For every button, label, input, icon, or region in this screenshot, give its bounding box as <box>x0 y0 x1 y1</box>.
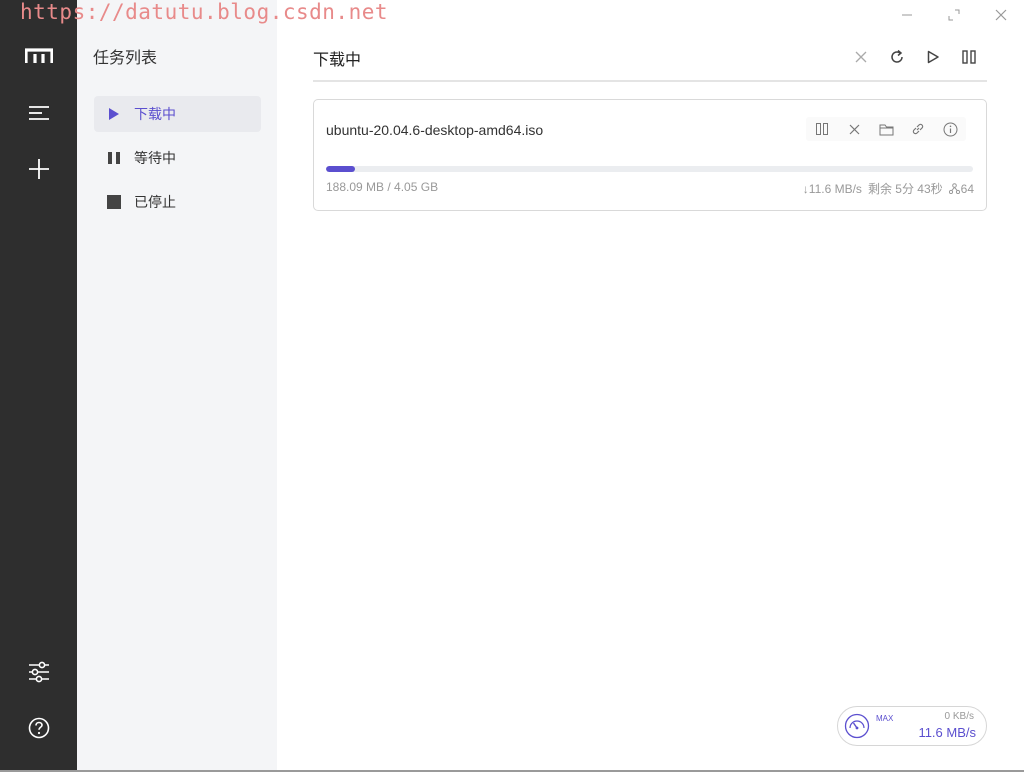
help-icon <box>28 717 49 739</box>
maximize-icon <box>948 9 959 21</box>
window-controls <box>883 0 1024 30</box>
nav-item-stopped[interactable]: 已停止 <box>94 184 261 220</box>
nav-item-active[interactable]: 下载中 <box>94 96 261 132</box>
preferences-button[interactable] <box>0 652 77 692</box>
task-progress-bar <box>326 166 973 172</box>
refresh-button[interactable] <box>879 46 915 68</box>
pause-all-button[interactable] <box>951 46 987 68</box>
task-speed: ↓11.6 MB/s <box>802 181 862 196</box>
watermark-text: https://datutu.blog.csdn.net <box>20 0 389 24</box>
add-task-icon <box>28 159 49 179</box>
list-header: 下载中 <box>313 36 987 82</box>
upload-speed: 0 KB/s <box>944 711 974 722</box>
close-icon <box>995 9 1006 21</box>
close-window-button[interactable] <box>977 0 1024 30</box>
nav-item-label: 下载中 <box>134 107 176 123</box>
list-actions <box>843 46 987 68</box>
maximize-button[interactable] <box>930 0 977 30</box>
preferences-icon <box>28 661 49 683</box>
minimize-button[interactable] <box>883 0 930 30</box>
app-rail <box>0 0 77 770</box>
info-icon <box>943 122 957 136</box>
task-actions <box>806 117 966 141</box>
nav-item-label: 已停止 <box>134 195 176 211</box>
link-icon <box>912 123 924 135</box>
nav-item-label: 等待中 <box>134 151 176 167</box>
speed-limit-label: MAX <box>876 714 894 723</box>
add-task-button[interactable] <box>0 149 77 189</box>
logo-icon <box>24 48 53 63</box>
refresh-icon <box>891 49 903 63</box>
page-title: 下载中 <box>313 50 362 69</box>
delete-all-button[interactable] <box>843 46 879 68</box>
stop-icon <box>107 195 121 209</box>
pause-icon <box>816 123 828 135</box>
logo-button[interactable] <box>0 36 77 76</box>
task-list-icon <box>28 106 49 120</box>
folder-icon <box>879 124 893 135</box>
resume-all-button[interactable] <box>915 46 951 68</box>
speedometer-icon <box>844 713 870 739</box>
close-icon <box>855 51 867 63</box>
pause-icon <box>962 50 976 64</box>
pause-icon <box>108 152 120 164</box>
task-stats: ↓11.6 MB/s 剩余 5分 43秒 64 <box>803 180 974 197</box>
task-list-button[interactable] <box>0 93 77 133</box>
connections-icon <box>948 183 960 194</box>
minimize-icon <box>901 14 912 16</box>
task-pause-button[interactable] <box>806 117 838 141</box>
speedometer[interactable]: MAX 0 KB/s 11.6 MB/s <box>837 706 987 746</box>
task-connections-count: 64 <box>960 181 974 196</box>
task-name: ubuntu-20.04.6-desktop-amd64.iso <box>326 122 544 138</box>
task-folder-button[interactable] <box>870 117 902 141</box>
task-connections: 64 <box>948 181 974 196</box>
task-list-nav: 任务列表 下载中 等待中 已停止 <box>77 0 277 770</box>
help-button[interactable] <box>0 708 77 748</box>
download-speed: 11.6 MB/s <box>918 725 976 740</box>
task-size: 188.09 MB / 4.05 GB <box>326 180 439 194</box>
nav-title: 任务列表 <box>93 48 158 67</box>
task-delete-button[interactable] <box>838 117 870 141</box>
task-link-button[interactable] <box>902 117 934 141</box>
task-progress-fill <box>326 166 356 172</box>
task-item[interactable]: ubuntu-20.04.6-desktop-amd64.iso 188.09 … <box>313 99 987 211</box>
task-info-button[interactable] <box>934 117 966 141</box>
close-icon <box>849 124 859 134</box>
nav-item-waiting[interactable]: 等待中 <box>94 140 261 176</box>
task-remaining: 剩余 5分 43秒 <box>867 182 943 196</box>
play-icon <box>927 50 939 64</box>
speedometer-button[interactable] <box>844 713 870 743</box>
play-icon <box>109 108 119 120</box>
main-panel: 下载中 ubuntu-20.04.6-desktop-amd64.iso 188… <box>277 0 1024 770</box>
